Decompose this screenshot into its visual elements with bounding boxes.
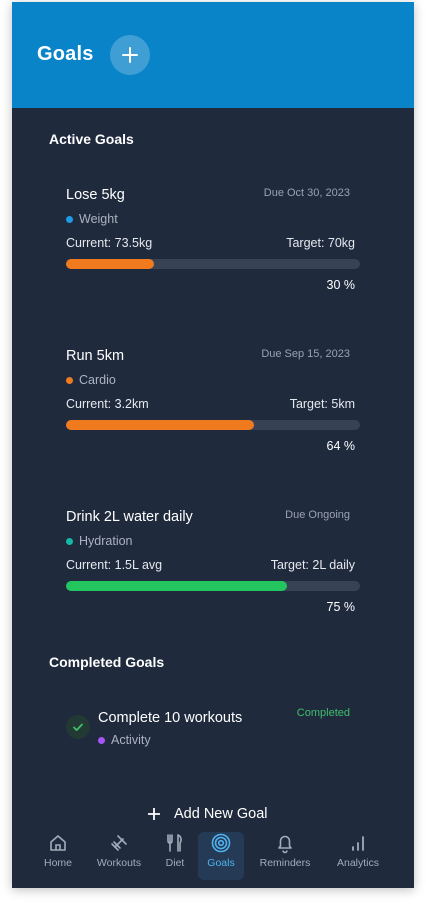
target-icon [211,833,231,853]
nav-label: Analytics [336,857,379,869]
plus-icon [122,47,138,63]
nav-goals[interactable]: Goals [198,832,244,880]
home-icon [50,835,66,851]
category-dot [98,736,105,744]
fork-knife-icon [167,834,182,852]
add-new-goal-label: Add New Goal [174,806,268,822]
category-label: Hydration [79,534,133,548]
target-value: Target: 5km [289,397,355,411]
goal-category: Cardio [66,373,116,387]
nav-label: Goals [207,857,235,869]
progress-bar [66,259,360,269]
progress-fill [66,420,255,430]
bell-icon [278,835,292,854]
nav-reminders[interactable]: Reminders [258,832,312,880]
category-dot [66,215,73,223]
bar-chart-icon [352,836,364,851]
goal-values: Current: 1.5L avg Target: 2L daily [66,558,355,572]
category-label: Weight [79,212,118,226]
app-screen: Goals Active Goals Lose 5kg Due Oct 30, … [12,2,414,888]
progress-bar [66,420,360,430]
current-value: Current: 3.2km [66,397,149,411]
active-goals-heading: Active Goals [49,131,134,147]
nav-diet[interactable]: Diet [162,832,188,880]
nav-label: Reminders [259,857,311,869]
dumbbell-icon [111,835,127,851]
nav-workouts[interactable]: Workouts [94,832,144,880]
goal-values: Current: 73.5kg Target: 70kg [66,236,355,250]
goal-due-date: Due Sep 15, 2023 [261,348,350,360]
status-badge: Completed [296,707,350,719]
header-bar: Goals [12,2,414,108]
category-label: Activity [111,733,151,747]
category-dot [66,376,73,384]
bottom-nav: Home Workouts Diet Goals Reminders Analy… [12,828,414,888]
goal-name: Complete 10 workouts [98,710,243,726]
goal-values: Current: 3.2km Target: 5km [66,397,355,411]
goal-name: Run 5km [66,348,125,364]
completed-goals-heading: Completed Goals [49,654,165,670]
goal-category: Hydration [66,534,133,548]
nav-analytics[interactable]: Analytics [334,832,382,880]
completed-goal-card[interactable]: Complete 10 workouts Completed Activity [66,707,360,760]
goal-category: Weight [66,212,118,226]
add-goal-header-button[interactable] [110,35,150,75]
category-label: Cardio [79,373,116,387]
nav-label: Workouts [96,857,142,869]
nav-home[interactable]: Home [42,832,74,880]
goal-category: Activity [98,733,151,747]
target-value: Target: 2L daily [270,558,355,572]
add-new-goal-button[interactable]: Add New Goal [148,806,268,822]
nav-label: Home [43,857,72,869]
target-value: Target: 70kg [286,236,355,250]
category-dot [66,537,73,545]
nav-label: Diet [165,857,185,869]
progress-fill [66,581,287,591]
goal-due-date: Due Ongoing [285,509,350,521]
progress-percent: 64 % [326,439,356,453]
progress-fill [66,259,155,269]
page-title: Goals [37,43,94,65]
plus-icon [148,808,160,820]
goal-due-date: Due Oct 30, 2023 [263,187,350,199]
current-value: Current: 73.5kg [66,236,153,250]
progress-bar [66,581,360,591]
current-value: Current: 1.5L avg [66,558,163,572]
goal-name: Lose 5kg [66,187,125,203]
goal-name: Drink 2L water daily [66,509,193,525]
check-icon [66,715,90,739]
progress-percent: 30 % [326,278,356,292]
progress-percent: 75 % [326,600,356,614]
